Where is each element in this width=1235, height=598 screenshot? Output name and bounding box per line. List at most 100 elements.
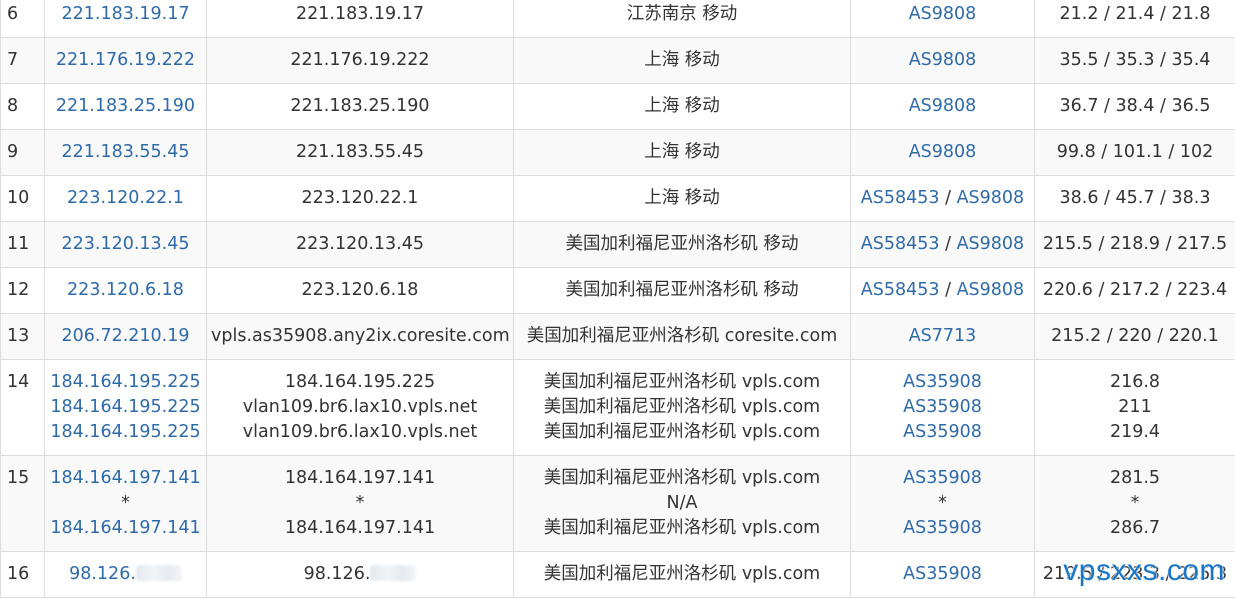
latency-value: 286.7 bbox=[1039, 516, 1231, 541]
asn-link[interactable]: AS58453 bbox=[861, 234, 940, 254]
asn-cell: AS9808 bbox=[851, 84, 1035, 130]
traceroute-table-body: 6221.183.19.17221.183.19.17江苏南京 移动AS9808… bbox=[1, 0, 1235, 598]
hop-number: 10 bbox=[7, 188, 29, 208]
watermark: vpsxxs.com bbox=[1063, 554, 1225, 588]
ip-cell: 223.120.22.1 bbox=[45, 176, 207, 222]
hop-cell: 9 bbox=[1, 130, 45, 176]
hostname-text: 223.120.22.1 bbox=[302, 188, 419, 208]
ip-cell: 223.120.13.45 bbox=[45, 222, 207, 268]
hop-cell: 12 bbox=[1, 268, 45, 314]
hostname-text: 221.176.19.222 bbox=[290, 50, 429, 70]
table-row: 13 206.72.210.19 vpls.as35908.any2ix.cores… bbox=[1, 314, 1235, 360]
hostname-line: 223.120.22.1 bbox=[211, 186, 509, 211]
location-cell: 美国加利福尼亚州洛杉矶 coresite.com bbox=[514, 314, 851, 360]
location-cell: 上海 移动 bbox=[514, 38, 851, 84]
table-row: 9 221.183.55.45 221.183.55.45 上海 移动 AS9808 99… bbox=[1, 130, 1235, 176]
ip-link[interactable]: 221.183.25.190 bbox=[56, 96, 195, 116]
asn-link[interactable]: AS35908 bbox=[903, 518, 982, 538]
location-line: 上海 移动 bbox=[518, 48, 846, 73]
asn-link[interactable]: AS9808 bbox=[957, 280, 1025, 300]
ip-link[interactable]: 223.120.13.45 bbox=[61, 234, 189, 254]
location-line: 上海 移动 bbox=[518, 186, 846, 211]
asn-link[interactable]: AS9808 bbox=[909, 50, 977, 70]
hostname-cell: 223.120.6.18 bbox=[207, 268, 514, 314]
hop-number: 13 bbox=[7, 326, 29, 346]
location-cell: 上海 移动 bbox=[514, 130, 851, 176]
location-line: 美国加利福尼亚州洛杉矶 vpls.com bbox=[518, 395, 846, 420]
asn-cell: AS58453 / AS9808 bbox=[851, 222, 1035, 268]
asn-link[interactable]: AS9808 bbox=[909, 142, 977, 162]
hostname-line: vpls.as35908.any2ix.coresite.com bbox=[211, 324, 509, 349]
asn-link[interactable]: AS58453 bbox=[861, 280, 940, 300]
asn-line: AS35908 bbox=[855, 562, 1030, 587]
hostname-cell: 98.126. bbox=[207, 552, 514, 598]
hop-number: 9 bbox=[7, 142, 18, 162]
asn-cell: AS35908 bbox=[851, 552, 1035, 598]
asn-cell: AS35908 AS35908 AS35908 bbox=[851, 360, 1035, 456]
asn-link[interactable]: AS35908 bbox=[903, 468, 982, 488]
ip-cell: 206.72.210.19 bbox=[45, 314, 207, 360]
asn-line: AS58453 / AS9808 bbox=[855, 232, 1030, 257]
asn-line: AS35908 bbox=[855, 516, 1030, 541]
asn-cell: AS9808 bbox=[851, 38, 1035, 84]
ip-link[interactable]: 184.164.195.225 bbox=[50, 422, 200, 442]
asn-link[interactable]: AS9808 bbox=[957, 188, 1025, 208]
asn-link[interactable]: AS58453 bbox=[861, 188, 940, 208]
latency-value: 99.8 / 101.1 / 102 bbox=[1039, 140, 1231, 165]
hostname-line: 223.120.6.18 bbox=[211, 278, 509, 303]
ip-link[interactable]: 221.183.19.17 bbox=[61, 4, 189, 24]
ip-link[interactable]: 223.120.22.1 bbox=[67, 188, 184, 208]
hop-cell: 7 bbox=[1, 38, 45, 84]
table-row: 1698.126.98.126.美国加利福尼亚州洛杉矶 vpls.comAS35… bbox=[1, 552, 1235, 598]
asn-line: * bbox=[855, 491, 1030, 516]
latency-value: 211 bbox=[1039, 395, 1231, 420]
asn-line: AS35908 bbox=[855, 395, 1030, 420]
asn-cell: AS35908*AS35908 bbox=[851, 456, 1035, 552]
ip-link[interactable]: 98.126. bbox=[69, 564, 136, 584]
hop-cell: 11 bbox=[1, 222, 45, 268]
hop-cell: 8 bbox=[1, 84, 45, 130]
asn-separator: / bbox=[940, 234, 957, 254]
hop-cell: 14 bbox=[1, 360, 45, 456]
ip-link[interactable]: 221.176.19.222 bbox=[56, 50, 195, 70]
ip-line: 184.164.197.141 bbox=[49, 466, 202, 491]
hop-cell: 16 bbox=[1, 552, 45, 598]
ip-link[interactable]: 221.183.55.45 bbox=[61, 142, 189, 162]
hostname-cell: 223.120.22.1 bbox=[207, 176, 514, 222]
hostname-text: 221.183.55.45 bbox=[296, 142, 424, 162]
hostname-line: 221.183.25.190 bbox=[211, 94, 509, 119]
location-cell: 美国加利福尼亚州洛杉矶 移动 bbox=[514, 268, 851, 314]
latency-value: 38.6 / 45.7 / 38.3 bbox=[1039, 186, 1231, 211]
ip-link[interactable]: 206.72.210.19 bbox=[61, 326, 189, 346]
latency-value: 219.4 bbox=[1039, 420, 1231, 445]
asn-cell: AS7713 bbox=[851, 314, 1035, 360]
asn-link[interactable]: AS35908 bbox=[903, 372, 982, 392]
asn-line: AS58453 / AS9808 bbox=[855, 186, 1030, 211]
location-cell: 江苏南京 移动 bbox=[514, 0, 851, 38]
asn-link[interactable]: AS35908 bbox=[903, 397, 982, 417]
asn-link[interactable]: AS9808 bbox=[909, 4, 977, 24]
latency-value: 220.6 / 217.2 / 223.4 bbox=[1039, 278, 1231, 303]
ip-link[interactable]: 223.120.6.18 bbox=[67, 280, 184, 300]
asn-link[interactable]: AS35908 bbox=[903, 564, 982, 584]
asn-link[interactable]: AS9808 bbox=[957, 234, 1025, 254]
ip-link[interactable]: 184.164.195.225 bbox=[50, 397, 200, 417]
asn-line: AS9808 bbox=[855, 94, 1030, 119]
ip-line: 184.164.195.225 bbox=[49, 370, 202, 395]
hostname-line: 184.164.197.141 bbox=[211, 516, 509, 541]
asn-link[interactable]: AS35908 bbox=[903, 422, 982, 442]
asn-link[interactable]: AS9808 bbox=[909, 96, 977, 116]
ip-line: 184.164.195.225 bbox=[49, 420, 202, 445]
hop-number: 15 bbox=[7, 468, 29, 488]
ip-line: 206.72.210.19 bbox=[49, 324, 202, 349]
asn-separator: / bbox=[940, 280, 957, 300]
location-line: 美国加利福尼亚州洛杉矶 vpls.com bbox=[518, 420, 846, 445]
table-row: 11223.120.13.45223.120.13.45美国加利福尼亚州洛杉矶 … bbox=[1, 222, 1235, 268]
ip-cell: 221.176.19.222 bbox=[45, 38, 207, 84]
ip-link[interactable]: 184.164.197.141 bbox=[50, 468, 200, 488]
hostname-line: 221.183.19.17 bbox=[211, 2, 509, 27]
asn-link[interactable]: AS7713 bbox=[909, 326, 977, 346]
hostname-text: 184.164.195.225 bbox=[285, 372, 435, 392]
ip-link[interactable]: 184.164.197.141 bbox=[50, 518, 200, 538]
ip-link[interactable]: 184.164.195.225 bbox=[50, 372, 200, 392]
